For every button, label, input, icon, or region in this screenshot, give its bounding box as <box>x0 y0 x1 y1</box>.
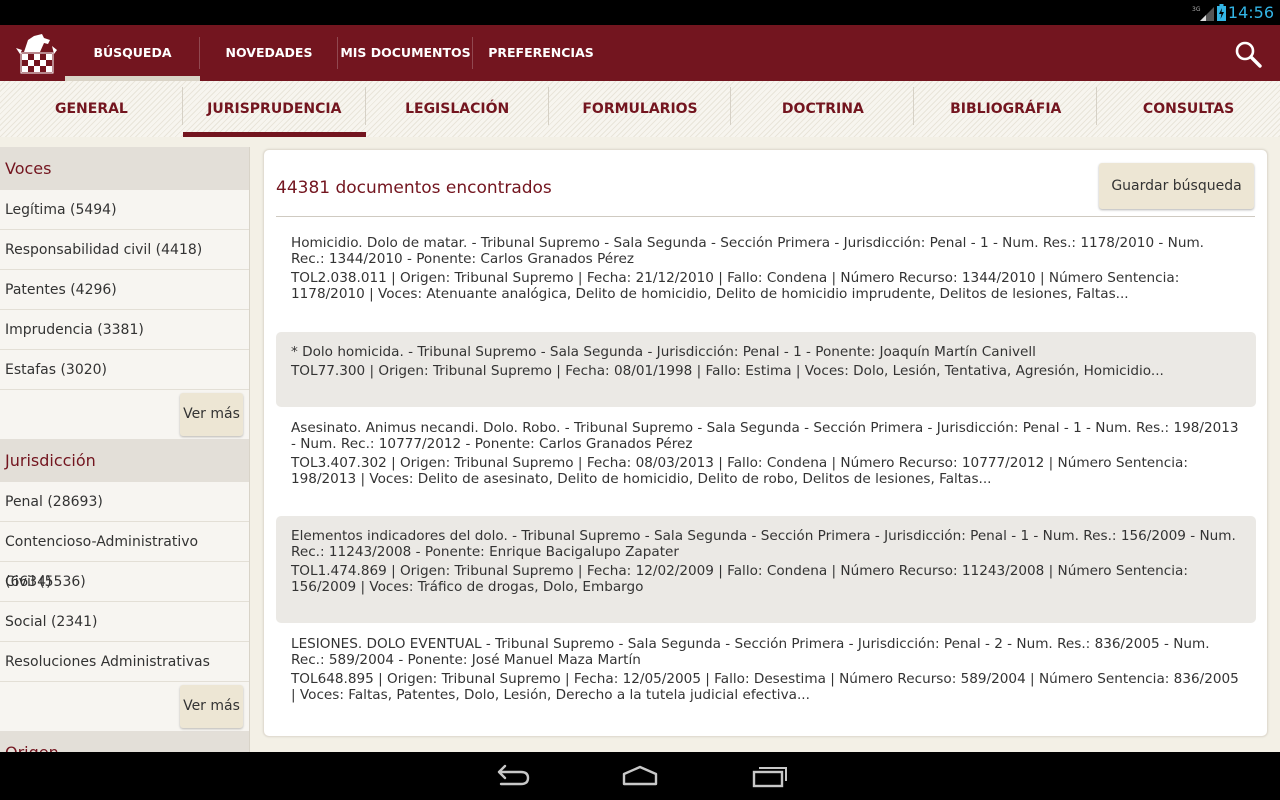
result-title: Elementos indicadores del dolo. - Tribun… <box>291 528 1236 560</box>
result-title: Homicidio. Dolo de matar. - Tribunal Sup… <box>291 235 1205 267</box>
recent-apps-icon[interactable] <box>750 762 790 790</box>
results-count: 44381 documentos encontrados <box>276 178 552 198</box>
signal-icon: 3G <box>1192 6 1214 21</box>
result-item[interactable]: Asesinato. Animus necandi. Dolo. Robo. -… <box>276 420 1256 492</box>
status-bar: 3G 14:56 <box>0 0 1280 25</box>
nav-preferencias[interactable]: PREFERENCIAS <box>473 25 609 81</box>
result-meta: TOL648.895 | Origen: Tribunal Supremo | … <box>291 671 1239 703</box>
tab-formularios[interactable]: FORMULARIOS <box>549 81 732 137</box>
facet-item[interactable]: Estafas (3020) <box>0 350 249 390</box>
home-icon[interactable] <box>620 762 660 790</box>
more-row: Ver más <box>0 682 249 731</box>
facet-heading-jurisdiccion: Jurisdicción <box>0 439 249 482</box>
top-nav: BÚSQUEDA NOVEDADES MIS DOCUMENTOS PREFER… <box>65 25 609 81</box>
network-type: 3G <box>1192 6 1201 13</box>
facet-item[interactable]: Patentes (4296) <box>0 270 249 310</box>
tab-bibliografia[interactable]: BIBLIOGRÁFIA <box>914 81 1098 137</box>
app-bar: BÚSQUEDA NOVEDADES MIS DOCUMENTOS PREFER… <box>0 25 1280 81</box>
result-title: Asesinato. Animus necandi. Dolo. Robo. -… <box>291 420 1239 452</box>
tab-jurisprudencia[interactable]: JURISPRUDENCIA <box>182 81 366 137</box>
tab-general[interactable]: GENERAL <box>0 81 183 137</box>
tab-consultas[interactable]: CONSULTAS <box>1097 81 1280 137</box>
result-item[interactable]: * Dolo homicida. - Tribunal Supremo - Sa… <box>276 332 1256 407</box>
battery-icon <box>1217 4 1226 21</box>
clock: 14:56 <box>1227 3 1274 22</box>
ver-mas-voces-button[interactable]: Ver más <box>180 393 243 436</box>
result-title: * Dolo homicida. - Tribunal Supremo - Sa… <box>291 344 1036 360</box>
divider <box>276 216 1255 217</box>
nav-mis-documentos[interactable]: MIS DOCUMENTOS <box>338 25 473 81</box>
facet-item[interactable]: Social (2341) <box>0 602 249 642</box>
facet-item[interactable]: Contencioso-Administrativo (6634) <box>0 522 249 590</box>
facet-item[interactable]: Resoluciones Administrativas (452) <box>0 642 249 710</box>
results-panel: 44381 documentos encontrados Guardar bús… <box>263 149 1268 737</box>
tab-doctrina[interactable]: DOCTRINA <box>731 81 915 137</box>
nav-busqueda[interactable]: BÚSQUEDA <box>65 25 200 81</box>
back-icon[interactable] <box>493 762 533 790</box>
result-meta: TOL1.474.869 | Origen: Tribunal Supremo … <box>291 563 1188 595</box>
result-meta: TOL2.038.011 | Origen: Tribunal Supremo … <box>291 270 1180 302</box>
ver-mas-jurisdiccion-button[interactable]: Ver más <box>180 685 243 728</box>
tab-legislacion[interactable]: LEGISLACIÓN <box>366 81 549 137</box>
facet-item[interactable]: Responsabilidad civil (4418) <box>0 230 249 270</box>
facet-item[interactable]: Penal (28693) <box>0 482 249 522</box>
result-title: LESIONES. DOLO EVENTUAL - Tribunal Supre… <box>291 636 1210 668</box>
facet-item[interactable]: Imprudencia (3381) <box>0 310 249 350</box>
facet-sidebar[interactable]: Voces Legítima (5494) Responsabilidad ci… <box>0 147 250 752</box>
nav-novedades[interactable]: NOVEDADES <box>200 25 338 81</box>
result-item[interactable]: Homicidio. Dolo de matar. - Tribunal Sup… <box>276 235 1256 307</box>
result-item[interactable]: Elementos indicadores del dolo. - Tribun… <box>276 516 1256 623</box>
facet-item[interactable]: Legítima (5494) <box>0 190 249 230</box>
category-tabs: GENERAL JURISPRUDENCIA LEGISLACIÓN FORMU… <box>0 81 1280 137</box>
system-nav-bar <box>0 752 1280 800</box>
result-meta: TOL77.300 | Origen: Tribunal Supremo | F… <box>291 363 1164 379</box>
facet-heading-voces: Voces <box>0 147 249 190</box>
knight-checkered-logo <box>16 34 57 74</box>
save-search-button[interactable]: Guardar búsqueda <box>1099 163 1254 209</box>
facet-heading-origen: Origen <box>0 731 249 752</box>
result-item[interactable]: LESIONES. DOLO EVENTUAL - Tribunal Supre… <box>276 636 1256 708</box>
facet-item[interactable]: Civil (5536) <box>0 562 249 602</box>
more-row: Ver más <box>0 390 249 439</box>
search-icon[interactable] <box>1234 40 1262 68</box>
result-meta: TOL3.407.302 | Origen: Tribunal Supremo … <box>291 455 1188 487</box>
